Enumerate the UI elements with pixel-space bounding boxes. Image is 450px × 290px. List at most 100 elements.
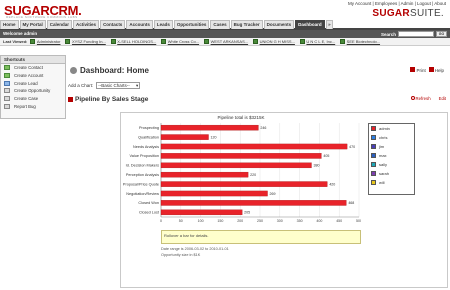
shortcut-label: Create Account <box>14 73 44 79</box>
x-tick-label: 250 <box>257 219 263 223</box>
legend-item: jim <box>369 142 414 151</box>
x-tick-label: 400 <box>316 219 322 223</box>
last-viewed-bar: Last Viewed: Administrator XYSZ Funding … <box>0 38 450 46</box>
collapse-icon[interactable] <box>68 97 73 102</box>
tab-calendar[interactable]: Calendar <box>46 20 73 29</box>
category-label: Closed Lost <box>139 211 160 215</box>
legend-swatch <box>371 135 376 140</box>
last-viewed-item[interactable]: XYSZ Funding In... <box>65 39 106 44</box>
legend-swatch <box>371 162 376 167</box>
tab-more[interactable]: » <box>325 20 334 29</box>
last-viewed-item-label: WEST ARKANSAS... <box>210 39 249 44</box>
legend-item: sally <box>369 160 414 169</box>
chart-legend: admin chris jim max sally sarah will <box>368 123 415 195</box>
account-icon <box>4 73 10 79</box>
record-icon <box>65 39 71 44</box>
chart-hover-details: Rollover a bar for details. <box>161 230 361 244</box>
bar-value-label: 269 <box>270 192 276 196</box>
record-icon <box>110 39 116 44</box>
last-viewed-item-label: XYSZ Funding In... <box>71 39 106 44</box>
refresh-icon <box>410 96 415 100</box>
legend-label: sarah <box>379 171 390 176</box>
legend-item: chris <box>369 133 414 142</box>
add-chart-label: Add a Chart: <box>68 83 94 88</box>
last-viewed-item[interactable]: Administrator <box>30 39 60 44</box>
shortcut-create-lead[interactable]: Create Lead <box>1 79 65 87</box>
suite-logo-part-b: SUITE. <box>409 8 444 19</box>
category-label: Qualification <box>138 135 159 139</box>
suite-logo-part-a: SUGAR <box>372 8 410 19</box>
lead-icon <box>4 80 10 86</box>
category-label: Closed Won <box>138 201 159 205</box>
legend-label: chris <box>379 135 388 140</box>
tab-leads[interactable]: Leads <box>153 20 173 29</box>
chart-footnote: Date range is 2006-03-02 to 2010-01-01 O… <box>161 247 229 258</box>
shortcut-create-contact[interactable]: Create Contact <box>1 64 65 72</box>
page-title: Dashboard: Home <box>70 66 149 75</box>
last-viewed-item[interactable]: SEE Biotechnolo... <box>340 39 380 44</box>
x-tick-label: 150 <box>217 219 223 223</box>
tab-dashboard[interactable]: Dashboard <box>295 20 325 29</box>
tab-opportunities[interactable]: Opportunities <box>173 20 210 29</box>
legend-label: sally <box>379 162 388 167</box>
search-label: Search <box>380 31 396 37</box>
shortcut-label: Create Opportunity <box>14 88 51 94</box>
dashboard-icon <box>70 67 77 74</box>
bar-value-label: 405 <box>323 154 329 158</box>
bar-value-label: 420 <box>329 182 335 186</box>
tab-bug-tracker[interactable]: Bug Tracker <box>230 20 263 29</box>
last-viewed-item[interactable]: X-SELL HOLDINGS... <box>110 39 156 44</box>
tab-activities[interactable]: Activities <box>73 20 100 29</box>
bar <box>160 162 312 169</box>
legend-item: sarah <box>369 169 414 178</box>
help-link[interactable]: Help <box>428 67 444 73</box>
last-viewed-item[interactable]: U N C L E, Inc... <box>299 39 335 44</box>
record-icon <box>340 39 346 44</box>
bar-value-label: 246 <box>260 126 266 130</box>
shortcut-create-account[interactable]: Create Account <box>1 72 65 80</box>
opportunity-icon <box>4 88 10 94</box>
last-viewed-item-label: Administrator <box>36 39 61 44</box>
bar <box>160 134 209 140</box>
bar-value-label: 468 <box>348 201 354 205</box>
global-search: Search GO <box>381 31 447 37</box>
shortcut-create-opportunity[interactable]: Create Opportunity <box>1 87 65 95</box>
legend-item: will <box>369 178 414 187</box>
tab-cases[interactable]: Cases <box>210 20 230 29</box>
search-go-button[interactable]: GO <box>436 31 447 37</box>
bar <box>160 209 243 216</box>
last-viewed-item[interactable]: WEST ARKANSAS... <box>204 39 248 44</box>
last-viewed-item-label: UNION G H MISS... <box>259 39 295 44</box>
legend-item: max <box>369 151 414 160</box>
bar <box>160 153 322 159</box>
last-viewed-item[interactable]: UNION G H MISS... <box>253 39 295 44</box>
dashlet-title: Pipeline By Sales Stage <box>68 96 148 103</box>
pipeline-chart-panel: Pipeline total is $3215K 0 50 100 150 200 250… <box>120 112 448 288</box>
last-viewed-item[interactable]: White Cross Co... <box>161 39 199 44</box>
page-title-text: Dashboard: Home <box>80 66 149 75</box>
refresh-link[interactable]: Refresh <box>410 96 431 101</box>
bug-icon <box>4 103 10 109</box>
app-header: SUGARCRM. REPLACE SOFTWARE COMMONS LABS … <box>0 0 450 20</box>
legend-swatch <box>371 126 376 131</box>
bar <box>160 171 249 178</box>
shortcuts-title: Shortcuts <box>1 56 65 64</box>
tab-home[interactable]: Home <box>0 20 19 29</box>
shortcut-report-bug[interactable]: Report Bug <box>1 102 65 110</box>
shortcut-create-case[interactable]: Create Case <box>1 95 65 103</box>
tab-documents[interactable]: Documents <box>263 20 295 29</box>
top-links[interactable]: My Account | Employees | Admin | Logout … <box>348 1 446 6</box>
refresh-label: Refresh <box>415 96 431 101</box>
add-chart-row: Add a Chart: --Basic Charts-- <box>68 82 141 89</box>
print-link[interactable]: Print <box>410 67 426 73</box>
edit-link[interactable]: Edit <box>439 96 446 101</box>
dashlet-actions: Refresh Edit <box>410 96 446 101</box>
add-chart-select[interactable]: --Basic Charts-- <box>96 82 141 89</box>
case-icon <box>4 96 10 102</box>
bar-value-label: 380 <box>313 164 319 168</box>
record-icon <box>299 39 305 44</box>
tab-my-portal[interactable]: My Portal <box>19 20 46 29</box>
tab-contacts[interactable]: Contacts <box>100 20 126 29</box>
tab-accounts[interactable]: Accounts <box>126 20 153 29</box>
search-input[interactable] <box>398 31 434 37</box>
